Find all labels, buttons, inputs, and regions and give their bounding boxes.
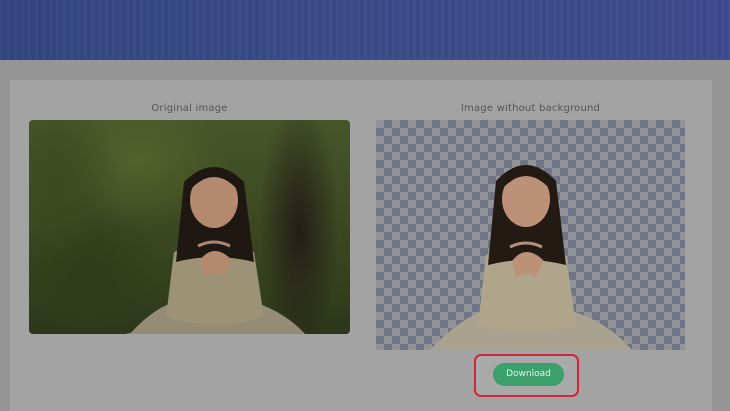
girl-figure-cutout — [429, 165, 632, 350]
download-button[interactable]: Download — [493, 363, 564, 386]
image-without-background-label: Image without background — [460, 103, 601, 114]
girl-figure — [125, 167, 305, 334]
image-without-background — [376, 120, 685, 350]
original-image-label: Original image — [151, 103, 228, 114]
original-image — [29, 120, 350, 334]
header-banner — [0, 0, 730, 60]
